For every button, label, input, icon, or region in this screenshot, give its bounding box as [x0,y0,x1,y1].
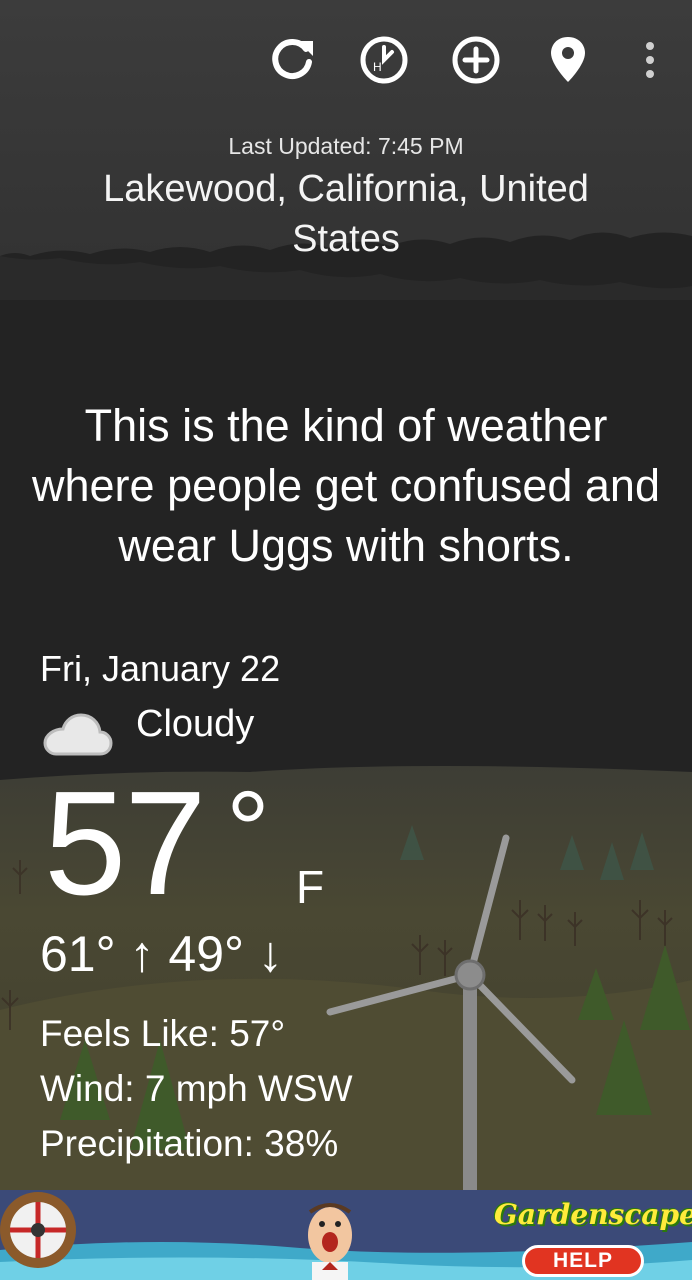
current-date: Fri, January 22 [40,648,281,689]
add-location-icon[interactable] [448,32,504,88]
location-header: Last Updated: 7:45 PM Lakewood, Californ… [0,133,692,264]
wind: Wind: 7 mph WSW [40,1068,353,1109]
refresh-icon[interactable] [265,32,321,88]
last-updated: Last Updated: 7:45 PM [228,133,464,159]
feels-like: Feels Like: 57° [40,1013,286,1054]
toolbar: H [0,0,692,115]
location-pin-icon[interactable] [540,32,596,88]
condition-label: Cloudy [136,703,255,745]
ad-logo: Gardenscapes [494,1198,692,1231]
temperature-unit[interactable]: F [296,860,324,914]
weather-quote: This is the kind of weather where people… [32,400,660,571]
weather-details: Feels Like: 57° Wind: 7 mph WSW Precipit… [40,1006,353,1171]
temperature-degree: ° [226,769,270,892]
cloud-icon [43,713,113,756]
hourly-clock-icon[interactable]: H [356,32,412,88]
precipitation: Precipitation: 38% [40,1123,339,1164]
ad-help-button[interactable]: HELP [522,1245,644,1277]
location-name[interactable]: Lakewood, California, United States [66,164,626,264]
high-low: 61° ↑ 49° ↓ [40,926,283,982]
current-temperature: 57 [44,761,207,926]
more-vert-icon[interactable] [622,32,678,88]
hourly-letter: H [373,60,382,74]
